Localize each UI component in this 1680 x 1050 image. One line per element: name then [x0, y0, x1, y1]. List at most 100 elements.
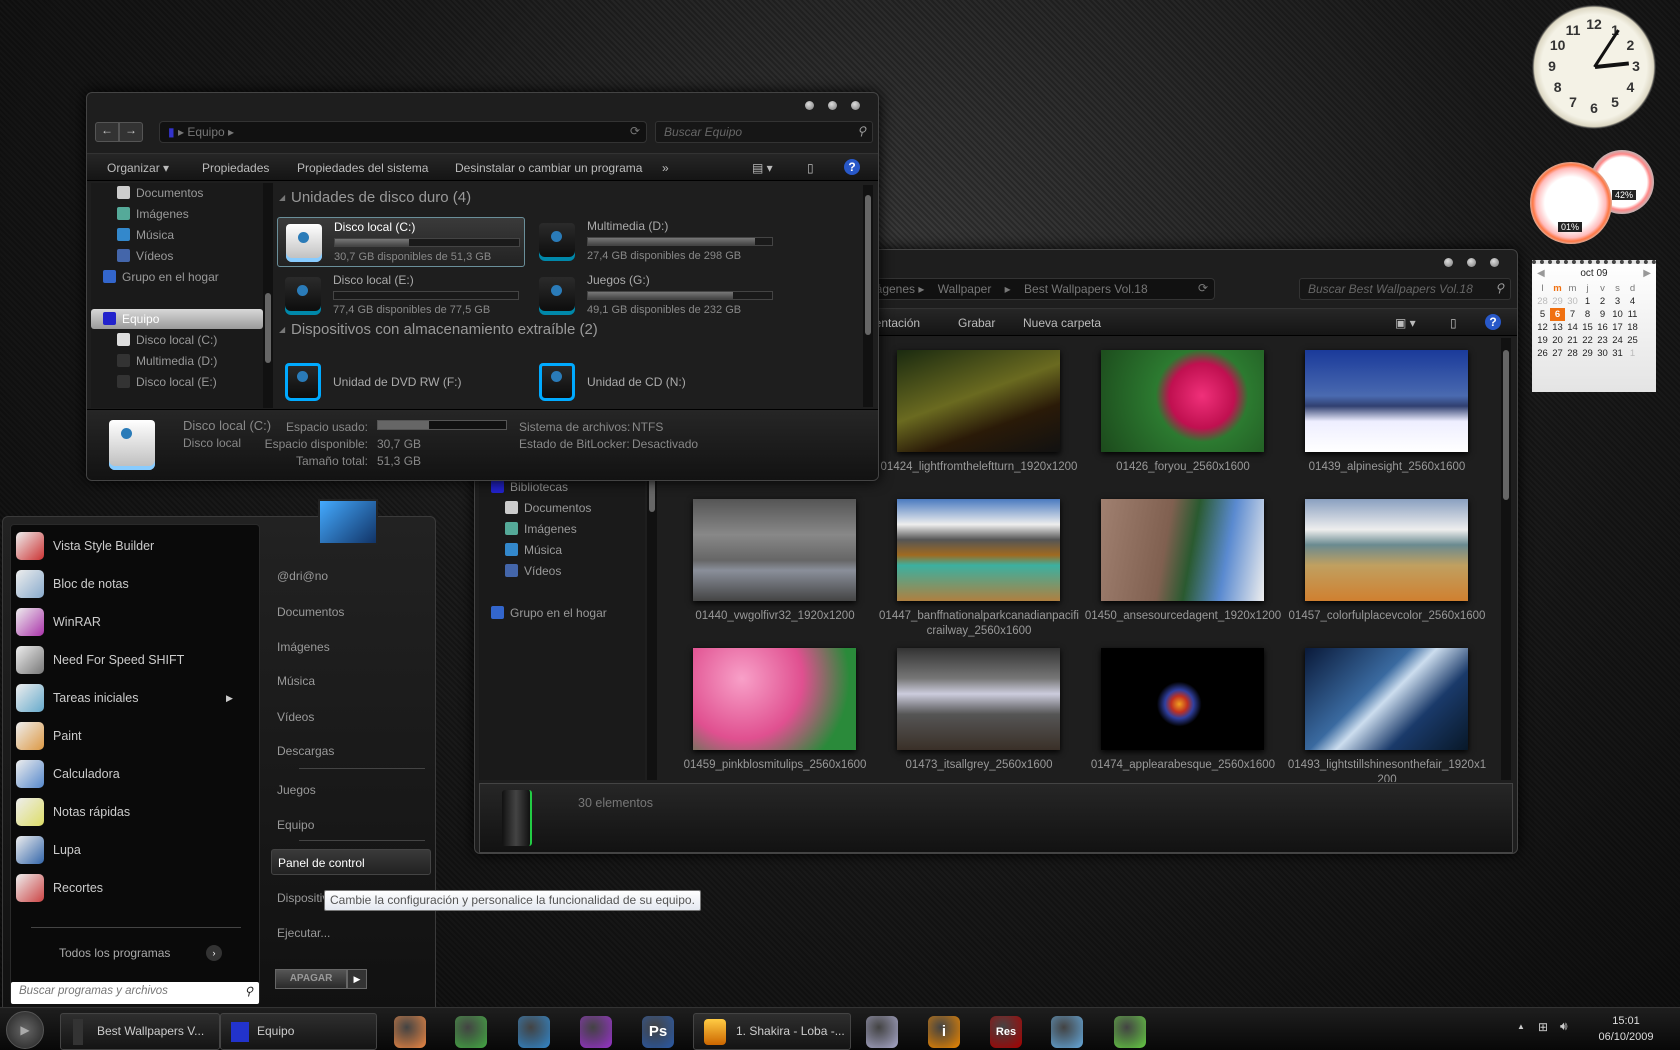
file-thumbnail[interactable] [1101, 350, 1264, 452]
calendar-day[interactable]: 14 [1565, 321, 1580, 334]
nav-item[interactable]: Imágenes [479, 519, 645, 539]
start-place-item[interactable]: Descargas [271, 738, 431, 764]
file-thumbnail[interactable] [693, 648, 856, 750]
close-button[interactable] [1490, 258, 1499, 267]
firefox-icon[interactable] [394, 1016, 426, 1048]
calendar-day[interactable]: 2 [1595, 295, 1610, 308]
uninstall-program-button[interactable]: Desinstalar o cambiar un programa [455, 161, 642, 175]
start-program-item[interactable]: Vista Style Builder [11, 528, 251, 564]
content-scrollbar[interactable] [863, 185, 873, 407]
help-icon[interactable]: ? [1485, 314, 1501, 330]
file-name[interactable]: 01473_itsallgrey_2560x1600 [879, 758, 1079, 773]
calendar-day[interactable]: 30 [1565, 295, 1580, 308]
all-programs-button[interactable]: Todos los programas › [31, 941, 241, 965]
file-thumbnail[interactable] [897, 648, 1060, 750]
calendar-day[interactable]: 28 [1565, 347, 1580, 360]
file-thumbnail[interactable] [897, 350, 1060, 452]
nav-item[interactable]: Documentos [91, 183, 263, 203]
calendar-day[interactable]: 11 [1625, 308, 1640, 321]
drive-tile[interactable]: Disco local (E:) 77,4 GB disponibles de 7… [277, 271, 525, 321]
calendar-day[interactable]: 1 [1580, 295, 1595, 308]
info-icon[interactable]: i [928, 1016, 960, 1048]
calendar-day[interactable]: 26 [1535, 347, 1550, 360]
nav-item[interactable]: Vídeos [479, 561, 645, 581]
calendar-day[interactable]: 23 [1595, 334, 1610, 347]
calendar-day[interactable]: 17 [1610, 321, 1625, 334]
file-name[interactable]: 01459_pinkblosmitulips_2560x1600 [675, 758, 875, 773]
calendar-day[interactable]: 30 [1595, 347, 1610, 360]
start-program-item[interactable]: Recortes [11, 870, 251, 906]
properties-button[interactable]: Propiedades [202, 161, 269, 175]
calendar-day[interactable]: 16 [1595, 321, 1610, 334]
clock-gadget[interactable]: 12 1 2 3 4 5 6 7 8 9 10 11 [1532, 5, 1656, 129]
calendar-day[interactable]: 28 [1535, 295, 1550, 308]
nav-item[interactable]: Grupo en el hogar [91, 267, 263, 287]
minimize-button[interactable] [805, 101, 814, 110]
task-winamp[interactable]: 1. Shakira - Loba -... [693, 1013, 851, 1050]
start-place-item[interactable]: Panel de control [271, 849, 431, 875]
start-program-item[interactable]: Lupa [11, 832, 251, 868]
system-properties-button[interactable]: Propiedades del sistema [297, 161, 428, 175]
search-input[interactable]: Buscar Best Wallpapers Vol.18 ⚲ [1299, 278, 1511, 300]
file-thumbnail[interactable] [1305, 648, 1468, 750]
calendar-day[interactable]: 31 [1610, 347, 1625, 360]
view-options-icon[interactable]: ▤ ▾ [752, 161, 773, 175]
drive-tile[interactable]: Multimedia (D:) 27,4 GB disponibles de 29… [531, 217, 779, 267]
search-programs-input[interactable]: Buscar programas y archivos ⚲ [11, 982, 259, 1004]
prev-month-icon[interactable]: ◀ [1537, 268, 1545, 279]
calendar-day[interactable]: 5 [1535, 308, 1550, 321]
file-thumbnail[interactable] [1101, 499, 1264, 601]
breadcrumb-equipo[interactable]: Equipo [187, 125, 224, 139]
address-bar[interactable]: ▮ ▸ Equipo ▸ ⟳ [159, 121, 647, 143]
file-name[interactable]: 01440_vwgolfivr32_1920x1200 [675, 609, 875, 624]
shutdown-options-button[interactable]: ▶ [347, 969, 367, 989]
file-thumbnail[interactable] [897, 499, 1060, 601]
nav-item[interactable]: Música [91, 225, 263, 245]
nav-item[interactable]: Disco local (E:) [91, 372, 263, 392]
start-place-item[interactable]: Ejecutar... [271, 920, 431, 946]
preview-pane-icon[interactable]: ▯ [807, 161, 814, 175]
resource-hacker-icon[interactable]: Res [990, 1016, 1022, 1048]
shutdown-button[interactable]: APAGAR [275, 969, 347, 989]
file-name[interactable]: 01457_colorfulplacevcolor_2560x1600 [1287, 609, 1487, 624]
close-button[interactable] [851, 101, 860, 110]
drive-tile[interactable]: Juegos (G:) 49,1 GB disponibles de 232 GB [531, 271, 779, 321]
maximize-button[interactable] [1467, 258, 1476, 267]
calendar-day[interactable]: 15 [1580, 321, 1595, 334]
burn-button[interactable]: Grabar [958, 316, 995, 330]
breadcrumb-wallpaper[interactable]: Wallpaper [938, 282, 992, 296]
start-program-item[interactable]: Calculadora [11, 756, 251, 792]
preview-pane-icon[interactable]: ▯ [1450, 316, 1457, 330]
file-thumbnail[interactable] [1305, 499, 1468, 601]
start-program-item[interactable]: Bloc de notas [11, 566, 251, 602]
start-place-item[interactable]: Documentos [271, 599, 431, 625]
organize-button[interactable]: Organizar ▾ [107, 161, 169, 175]
nav-item[interactable]: Documentos [479, 498, 645, 518]
task-best-wallpapers[interactable]: Best Wallpapers V... [60, 1013, 220, 1050]
file-name[interactable]: 01424_lightfromtheleftturn_1920x1200 [879, 460, 1079, 475]
drive-tile-cd[interactable]: Unidad de CD (N:) [531, 357, 779, 407]
file-thumbnail[interactable] [693, 499, 856, 601]
calendar-day[interactable]: 20 [1550, 334, 1565, 347]
calendar-gadget[interactable]: ◀ oct 09 ▶ l m m j v s d 28 29 30 1 2 3 4 5 6 7 8 9 10 11 12 1… [1532, 260, 1656, 392]
start-program-item[interactable]: Notas rápidas [11, 794, 251, 830]
nav-item[interactable]: Grupo en el hogar [479, 603, 645, 623]
nav-item[interactable]: Música [479, 540, 645, 560]
drive-tile-dvd[interactable]: Unidad de DVD RW (F:) [277, 357, 525, 407]
breadcrumb-best-wallpapers[interactable]: Best Wallpapers Vol.18 [1024, 282, 1148, 296]
file-name[interactable]: 01439_alpinesight_2560x1600 [1287, 460, 1487, 475]
calendar-day[interactable]: 29 [1580, 347, 1595, 360]
calendar-day[interactable]: 21 [1565, 334, 1580, 347]
recycle-icon[interactable] [1114, 1016, 1146, 1048]
cpu-meter-gadget[interactable]: 01% 42% [1530, 150, 1658, 244]
file-name[interactable]: 01493_lightstillshinesonthefair_1920x120… [1287, 758, 1487, 782]
system-clock[interactable]: 15:01 06/10/2009 [1592, 1013, 1660, 1045]
calendar-day[interactable]: 25 [1625, 334, 1640, 347]
start-program-item[interactable]: Tareas iniciales ▶ [11, 680, 251, 716]
start-button[interactable]: ▶ [6, 1011, 44, 1049]
calendar-day[interactable]: 22 [1580, 334, 1595, 347]
back-button[interactable]: ← [95, 122, 119, 142]
calendar-day[interactable]: 7 [1565, 308, 1580, 321]
refresh-icon[interactable]: ⟳ [630, 124, 640, 138]
windows-update-icon[interactable] [455, 1016, 487, 1048]
